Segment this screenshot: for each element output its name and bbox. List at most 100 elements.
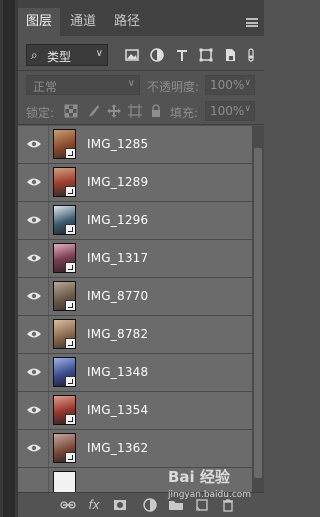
search-icon: ⌕ <box>31 48 38 62</box>
smart-object-badge-icon <box>65 376 75 386</box>
filter-toggle-icon[interactable] <box>246 47 256 63</box>
visibility-toggle[interactable] <box>18 316 49 353</box>
adjustment-filter-icon[interactable] <box>149 47 165 63</box>
eye-icon <box>27 330 41 338</box>
left-dock-strip <box>0 0 18 517</box>
tab-channels[interactable]: 通道 <box>64 8 102 36</box>
watermark-brand: Bai 经验 <box>168 468 230 486</box>
image-filter-icon[interactable] <box>124 47 140 63</box>
visibility-toggle[interactable] <box>18 392 49 429</box>
layer-name: IMG_1362 <box>87 441 149 455</box>
smart-object-badge-icon <box>65 148 75 158</box>
layer-thumbnail <box>53 395 76 425</box>
layer-name: IMG_1317 <box>87 251 149 265</box>
layer-row[interactable]: IMG_8782 <box>18 316 252 354</box>
dock-gap <box>3 0 15 517</box>
layer-name: IMG_1296 <box>87 213 149 227</box>
layer-row[interactable]: IMG_1362 <box>18 430 252 468</box>
layer-thumbnail <box>53 281 76 311</box>
link-layers-icon[interactable] <box>60 497 76 513</box>
lock-label: 锁定: <box>26 106 55 120</box>
layer-row[interactable]: IMG_1317 <box>18 240 252 278</box>
blend-mode-label: 正常 <box>33 80 58 94</box>
eye-icon <box>27 178 41 186</box>
opacity-value: 100% <box>210 78 245 92</box>
layer-name: IMG_1348 <box>87 365 149 379</box>
fill-label: 填充: <box>170 106 199 120</box>
scrollbar-thumb[interactable] <box>254 148 262 478</box>
lock-image-pixels-icon[interactable] <box>86 104 100 118</box>
fx-icon[interactable]: fx <box>86 497 102 513</box>
fill-field[interactable]: 100% ∨ <box>205 101 255 121</box>
visibility-toggle[interactable] <box>18 240 49 277</box>
smart-object-filter-icon[interactable] <box>222 47 238 63</box>
smart-object-badge-icon <box>65 262 75 272</box>
layer-list-scrollbar[interactable] <box>252 126 264 492</box>
layer-row[interactable]: IMG_1296 <box>18 202 252 240</box>
layer-thumbnail <box>53 167 76 197</box>
lock-position-icon[interactable] <box>107 104 121 118</box>
separator <box>18 70 264 71</box>
fill-value: 100% <box>210 104 245 118</box>
visibility-toggle[interactable] <box>18 354 49 391</box>
layer-row[interactable]: IMG_8770 <box>18 278 252 316</box>
panel-menu-icon[interactable] <box>246 18 258 27</box>
layer-row[interactable]: IMG_1348 <box>18 354 252 392</box>
layer-list: IMG_1285 IMG_1289 IMG_1296 IMG_1317 IMG_… <box>18 126 252 492</box>
mask-icon[interactable] <box>112 497 128 513</box>
separator <box>18 124 264 125</box>
layer-name: IMG_8770 <box>87 289 149 303</box>
visibility-toggle[interactable] <box>18 202 49 239</box>
visibility-toggle[interactable] <box>18 164 49 201</box>
eye-icon <box>27 254 41 262</box>
eye-icon <box>27 216 41 224</box>
visibility-toggle[interactable] <box>18 430 49 467</box>
watermark: Bai 经验 jingyan.baidu.com <box>168 466 268 506</box>
layer-name: IMG_8782 <box>87 327 149 341</box>
smart-object-badge-icon <box>65 186 75 196</box>
layer-row[interactable]: IMG_1354 <box>18 392 252 430</box>
tab-paths[interactable]: 路径 <box>108 8 146 36</box>
smart-object-badge-icon <box>65 338 75 348</box>
chevron-down-icon: ∨ <box>244 104 251 114</box>
lock-transparent-pixels-icon[interactable] <box>64 104 78 118</box>
watermark-url: jingyan.baidu.com <box>168 490 252 500</box>
filter-type-label: 类型 <box>47 50 72 64</box>
layer-name: IMG_1289 <box>87 175 149 189</box>
layer-thumbnail <box>53 433 76 463</box>
layer-name: IMG_1285 <box>87 137 149 151</box>
layers-panel: 图层 通道 路径 ⌕ 类型 ∨ 正常 ∨ 不透明度: 100% ∨ 锁定: 填充… <box>18 0 264 517</box>
eye-icon <box>27 368 41 376</box>
chevron-down-icon: ∨ <box>244 78 251 88</box>
eye-icon <box>27 140 41 148</box>
layer-thumbnail <box>53 471 76 492</box>
blend-mode-select[interactable]: 正常 ∨ <box>26 75 140 95</box>
eye-icon <box>27 292 41 300</box>
layer-thumbnail <box>53 243 76 273</box>
opacity-label: 不透明度: <box>147 80 200 94</box>
layer-thumbnail <box>53 205 76 235</box>
lock-artboard-icon[interactable] <box>128 104 142 118</box>
eye-icon <box>27 406 41 414</box>
panel-topline <box>18 0 264 8</box>
layer-row[interactable]: IMG_1285 <box>18 126 252 164</box>
layer-thumbnail <box>53 319 76 349</box>
tab-layers[interactable]: 图层 <box>18 8 60 36</box>
adjustment-layer-icon[interactable] <box>142 497 158 513</box>
smart-object-badge-icon <box>65 224 75 234</box>
shape-filter-icon[interactable] <box>198 47 214 63</box>
smart-object-badge-icon <box>65 300 75 310</box>
panel-tabs: 图层 通道 路径 <box>18 8 264 36</box>
visibility-toggle[interactable] <box>18 468 49 492</box>
type-filter-icon[interactable] <box>174 47 190 63</box>
lock-all-icon[interactable] <box>149 104 163 118</box>
opacity-field[interactable]: 100% ∨ <box>205 75 255 95</box>
filter-type-select[interactable]: ⌕ 类型 ∨ <box>26 44 108 66</box>
visibility-toggle[interactable] <box>18 278 49 315</box>
layer-thumbnail <box>53 129 76 159</box>
visibility-toggle[interactable] <box>18 126 49 163</box>
chevron-down-icon: ∨ <box>95 48 103 59</box>
layer-row[interactable]: IMG_1289 <box>18 164 252 202</box>
smart-object-badge-icon <box>65 414 75 424</box>
chevron-down-icon: ∨ <box>127 78 135 89</box>
